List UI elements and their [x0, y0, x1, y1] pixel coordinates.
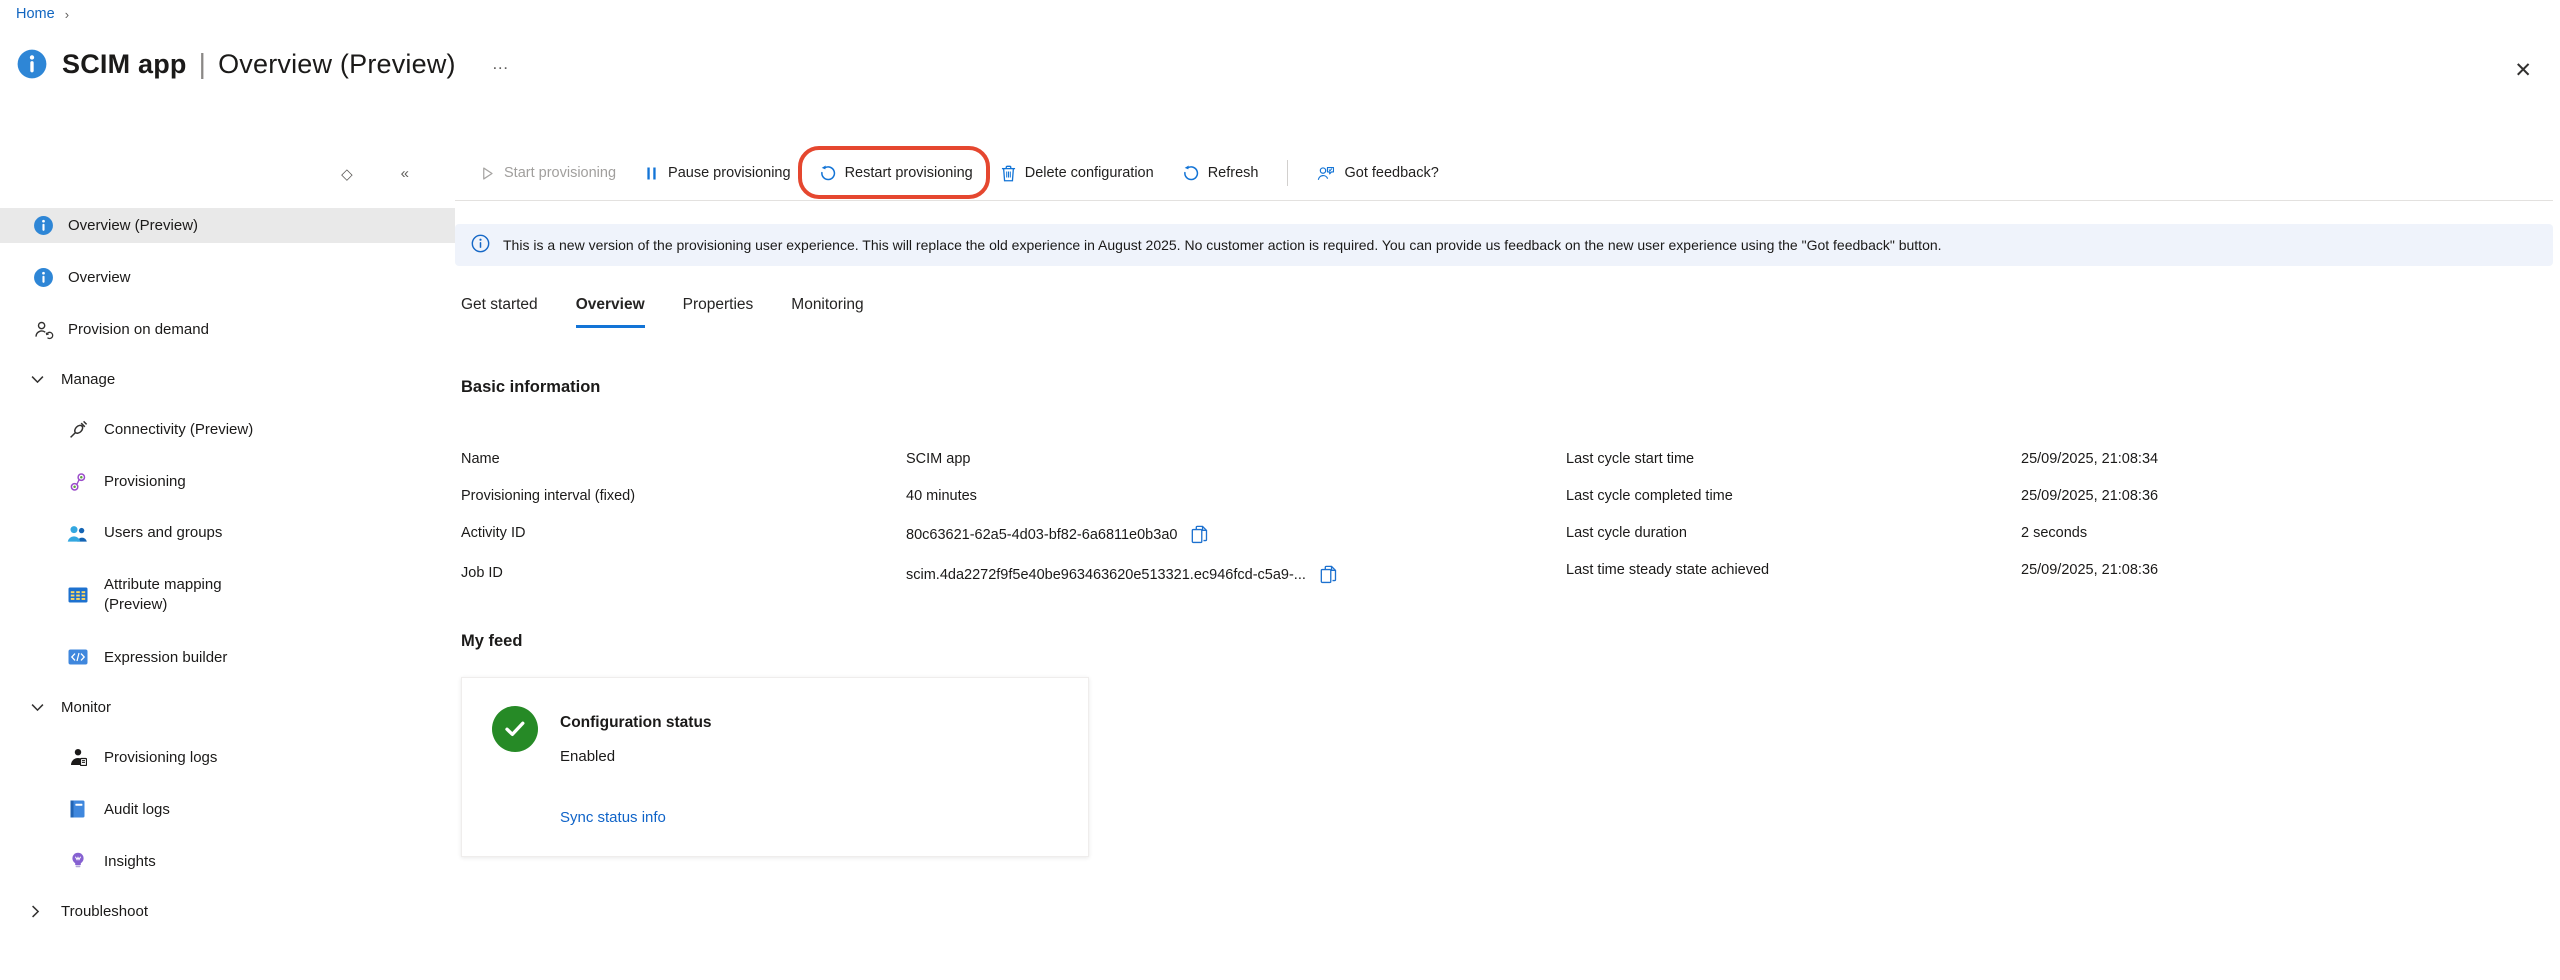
sidebar-item-provisioning[interactable]: Provisioning	[0, 464, 455, 499]
main-content: This is a new version of the provisionin…	[455, 208, 2553, 857]
sidebar-item-provisioning-logs[interactable]: Provisioning logs	[0, 740, 455, 775]
table-icon	[67, 585, 88, 606]
info-value: 80c63621-62a5-4d03-bf82-6a6811e0b3a0	[906, 525, 1566, 544]
configuration-status-card: Configuration status Enabled Sync status…	[461, 677, 1089, 857]
info-label: Provisioning interval (fixed)	[461, 488, 906, 504]
status-value: Enabled	[560, 748, 712, 765]
sidebar-group-troubleshoot[interactable]: Troubleshoot	[0, 896, 455, 927]
basic-information-title: Basic information	[461, 378, 2553, 397]
plug-icon	[67, 419, 88, 440]
command-bar: ◇ « Start provisioning Pause provisionin…	[0, 146, 2560, 201]
book-icon	[67, 799, 88, 820]
info-label: Activity ID	[461, 525, 906, 544]
info-value: 2 seconds	[2021, 525, 2158, 541]
delete-icon	[1001, 165, 1016, 182]
chevron-right-icon	[31, 905, 44, 918]
start-provisioning-button[interactable]: Start provisioning	[469, 159, 627, 187]
sidebar-item-provision-on-demand[interactable]: Provision on demand	[0, 312, 455, 347]
breadcrumb-chevron-icon: ›	[65, 7, 69, 22]
refresh-icon	[1182, 165, 1199, 182]
logs-person-icon	[67, 747, 88, 768]
sidebar-item-insights[interactable]: Insights	[0, 844, 455, 879]
page-title: SCIM app | Overview (Preview)	[62, 48, 456, 80]
info-value: SCIM app	[906, 451, 1566, 467]
info-label: Last cycle duration	[1566, 525, 2021, 541]
info-value: 25/09/2025, 21:08:34	[2021, 451, 2158, 467]
sync-status-info-link[interactable]: Sync status info	[560, 809, 712, 826]
sidebar-group-manage[interactable]: Manage	[0, 364, 455, 395]
copy-icon[interactable]	[1191, 525, 1208, 544]
basic-information-grid: Name SCIM app Provisioning interval (fix…	[461, 451, 2553, 584]
page-titlebar: SCIM app | Overview (Preview) …	[16, 48, 511, 80]
pause-provisioning-button[interactable]: Pause provisioning	[633, 159, 802, 187]
breadcrumb-home-link[interactable]: Home	[16, 6, 55, 22]
sidebar-item-users-and-groups[interactable]: Users and groups	[0, 516, 455, 551]
title-separator: |	[199, 48, 206, 80]
my-feed-title: My feed	[461, 632, 2553, 651]
banner-text: This is a new version of the provisionin…	[503, 237, 1942, 253]
info-value: 40 minutes	[906, 488, 1566, 504]
code-icon	[67, 647, 88, 668]
feedback-icon	[1317, 165, 1335, 181]
users-icon	[67, 523, 88, 544]
sidebar-item-expression-builder[interactable]: Expression builder	[0, 640, 455, 675]
app-info-icon	[16, 48, 48, 80]
info-label: Name	[461, 451, 906, 467]
chevron-down-icon	[31, 703, 44, 712]
copy-icon[interactable]	[1320, 565, 1337, 584]
restart-icon	[819, 165, 836, 182]
breadcrumb: Home ›	[16, 6, 69, 22]
restart-provisioning-button[interactable]: Restart provisioning	[808, 159, 984, 188]
delete-configuration-button[interactable]: Delete configuration	[990, 159, 1165, 188]
sidebar-nav: Overview (Preview) Overview Provision on…	[0, 208, 455, 944]
sidebar-group-monitor[interactable]: Monitor	[0, 692, 455, 723]
info-icon	[33, 215, 54, 236]
tab-properties[interactable]: Properties	[683, 296, 754, 328]
play-icon	[480, 166, 495, 181]
provisioning-flow-icon	[67, 471, 88, 492]
info-label: Last time steady state achieved	[1566, 562, 2021, 578]
tab-get-started[interactable]: Get started	[461, 296, 538, 328]
info-value: 25/09/2025, 21:08:36	[2021, 562, 2158, 578]
toolbar-commands: Start provisioning Pause provisioning Re…	[455, 146, 2553, 201]
sidebar-item-overview-preview[interactable]: Overview (Preview)	[0, 208, 455, 243]
sidebar-controls: ◇ «	[0, 146, 455, 201]
info-icon	[33, 267, 54, 288]
info-value: scim.4da2272f9f5e40be963463620e513321.ec…	[906, 565, 1566, 584]
sidebar-item-connectivity-preview[interactable]: Connectivity (Preview)	[0, 412, 455, 447]
info-label: Last cycle completed time	[1566, 488, 2021, 504]
info-label: Job ID	[461, 565, 906, 584]
info-label: Last cycle start time	[1566, 451, 2021, 467]
chevron-down-icon	[31, 375, 44, 384]
pause-icon	[644, 166, 659, 181]
success-check-icon	[492, 706, 538, 752]
person-sync-icon	[33, 319, 54, 340]
tab-monitoring[interactable]: Monitoring	[791, 296, 863, 328]
info-banner: This is a new version of the provisionin…	[455, 224, 2553, 266]
lightbulb-icon	[67, 851, 88, 872]
sidebar-item-attribute-mapping-preview[interactable]: Attribute mapping (Preview)	[0, 568, 455, 623]
tab-overview[interactable]: Overview	[576, 296, 645, 328]
tab-bar: Get started Overview Properties Monitori…	[461, 296, 2553, 328]
got-feedback-button[interactable]: Got feedback?	[1306, 159, 1449, 187]
refresh-button[interactable]: Refresh	[1171, 159, 1270, 188]
resize-handle-icon[interactable]: ◇	[341, 165, 353, 183]
card-title: Configuration status	[560, 706, 712, 732]
more-options-button[interactable]: …	[492, 54, 511, 74]
sidebar-item-overview[interactable]: Overview	[0, 260, 455, 295]
close-icon[interactable]: ✕	[2514, 58, 2532, 83]
sidebar-item-audit-logs[interactable]: Audit logs	[0, 792, 455, 827]
banner-info-icon	[471, 234, 490, 256]
info-value: 25/09/2025, 21:08:36	[2021, 488, 2158, 504]
toolbar-divider	[1287, 160, 1288, 186]
collapse-sidebar-icon[interactable]: «	[401, 165, 409, 182]
